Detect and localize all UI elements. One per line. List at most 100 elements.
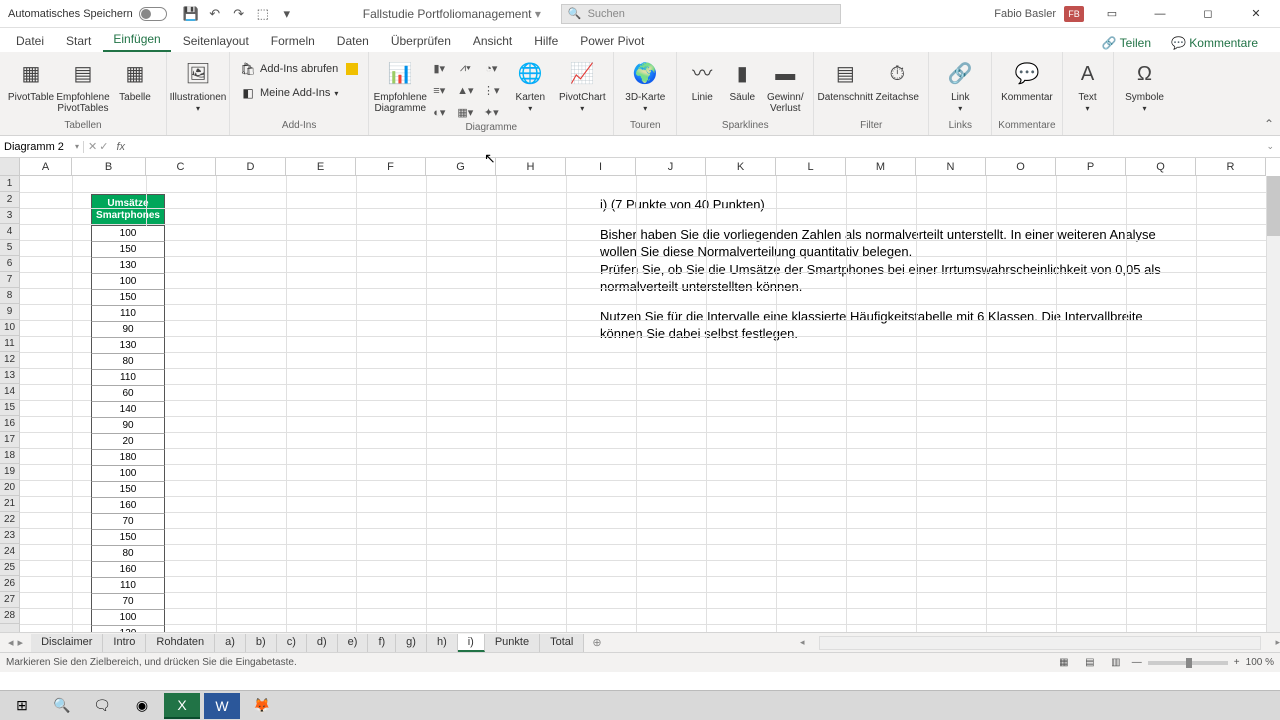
name-box[interactable]: Diagramm 2▾ [0,141,84,153]
sparkline-winloss-button[interactable]: ▬Gewinn/ Verlust [763,58,807,114]
data-cell-b5[interactable]: 130 [91,258,165,274]
hscroll-left-icon[interactable]: ◂ [800,637,805,648]
data-cell-b23[interactable]: 80 [91,546,165,562]
zoom-out-icon[interactable]: ― [1132,657,1142,668]
tab-formeln[interactable]: Formeln [261,30,325,52]
page-layout-view-icon[interactable]: ▤ [1080,655,1100,671]
col-header-P[interactable]: P [1056,158,1126,176]
data-cell-b10[interactable]: 130 [91,338,165,354]
data-cell-b20[interactable]: 160 [91,498,165,514]
taskbar-app-1[interactable]: 🗨 [84,693,120,719]
sheet-tab-f[interactable]: f) [368,634,396,652]
tab-power pivot[interactable]: Power Pivot [570,30,654,52]
col-header-F[interactable]: F [356,158,426,176]
row-header-7[interactable]: 7 [0,272,19,288]
touch-icon[interactable]: ⬚ [253,4,273,24]
row-header-8[interactable]: 8 [0,288,19,304]
row-header-13[interactable]: 13 [0,368,19,384]
hbar-chart-icon[interactable]: ≡▾ [427,80,451,100]
sheet-nav-prev-icon[interactable]: ◂ [8,636,14,649]
row-header-2[interactable]: 2 [0,192,19,208]
row-header-12[interactable]: 12 [0,352,19,368]
save-icon[interactable]: 💾 [181,4,201,24]
sheet-tab-b[interactable]: b) [246,634,277,652]
row-header-5[interactable]: 5 [0,240,19,256]
row-header-27[interactable]: 27 [0,592,19,608]
col-header-A[interactable]: A [20,158,72,176]
col-header-E[interactable]: E [286,158,356,176]
search-input[interactable]: 🔍 Suchen [561,4,841,24]
page-break-view-icon[interactable]: ▥ [1106,655,1126,671]
row-header-23[interactable]: 23 [0,528,19,544]
vertical-scrollbar[interactable] [1266,176,1280,632]
tab-daten[interactable]: Daten [327,30,379,52]
minimize-icon[interactable]: ― [1140,0,1180,28]
illustrations-button[interactable]: 🖼Illustrationen▾ [173,58,223,114]
row-header-21[interactable]: 21 [0,496,19,512]
data-cell-b13[interactable]: 60 [91,386,165,402]
data-cell-b9[interactable]: 90 [91,322,165,338]
data-cell-b27[interactable]: 100 [91,610,165,626]
data-cell-b22[interactable]: 150 [91,530,165,546]
row-header-24[interactable]: 24 [0,544,19,560]
data-cell-b12[interactable]: 110 [91,370,165,386]
row-header-18[interactable]: 18 [0,448,19,464]
user-name[interactable]: Fabio Basler [994,8,1056,20]
cancel-formula-icon[interactable]: ✕ [88,140,97,153]
radar-chart-icon[interactable]: ✦▾ [479,102,503,122]
maps-button[interactable]: 🌐Karten▾ [505,58,555,114]
row-header-25[interactable]: 25 [0,560,19,576]
data-header-cell[interactable]: Umsätze Smartphones [91,194,165,226]
sheet-tab-Punkte[interactable]: Punkte [485,634,540,652]
col-header-K[interactable]: K [706,158,776,176]
data-cell-b19[interactable]: 150 [91,482,165,498]
add-sheet-button[interactable]: ⊕ [584,636,609,649]
row-header-26[interactable]: 26 [0,576,19,592]
link-button[interactable]: 🔗Link▾ [935,58,985,114]
col-header-O[interactable]: O [986,158,1056,176]
col-header-B[interactable]: B [72,158,146,176]
data-cell-b14[interactable]: 140 [91,402,165,418]
taskbar-excel-icon[interactable]: X [164,693,200,719]
title-dropdown-icon[interactable]: ▾ [535,7,541,21]
sheet-tab-Disclaimer[interactable]: Disclaimer [31,634,103,652]
col-header-D[interactable]: D [216,158,286,176]
fx-icon[interactable]: fx [112,141,129,153]
sheet-tab-d[interactable]: d) [307,634,338,652]
row-header-16[interactable]: 16 [0,416,19,432]
pivottable-button[interactable]: ▦PivotTable [6,58,56,103]
pie-chart-icon[interactable]: ◔▾ [479,58,503,78]
my-addins-button[interactable]: ◧Meine Add-Ins ▾ [236,82,362,104]
sheet-tab-Intro[interactable]: Intro [103,634,146,652]
taskbar-firefox-icon[interactable]: 🦊 [244,693,280,719]
row-header-15[interactable]: 15 [0,400,19,416]
row-header-19[interactable]: 19 [0,464,19,480]
tab-überprüfen[interactable]: Überprüfen [381,30,461,52]
sheet-tab-a[interactable]: a) [215,634,246,652]
data-cell-b25[interactable]: 110 [91,578,165,594]
sheet-tab-h[interactable]: h) [427,634,458,652]
data-cell-b6[interactable]: 100 [91,274,165,290]
taskbar-obs-icon[interactable]: ◉ [124,693,160,719]
close-icon[interactable]: ✕ [1236,0,1276,28]
row-header-14[interactable]: 14 [0,384,19,400]
col-header-R[interactable]: R [1196,158,1266,176]
select-all-corner[interactable] [0,158,20,176]
data-cell-b3[interactable]: 100 [91,226,165,242]
sheet-tab-c[interactable]: c) [277,634,307,652]
taskbar-word-icon[interactable]: W [204,693,240,719]
row-header-10[interactable]: 10 [0,320,19,336]
slicer-button[interactable]: ▤Datenschnitt [820,58,870,103]
scatter-chart-icon[interactable]: ⋮▾ [479,80,503,100]
row-header-22[interactable]: 22 [0,512,19,528]
row-header-3[interactable]: 3 [0,208,19,224]
row-header-6[interactable]: 6 [0,256,19,272]
sheet-tab-i[interactable]: i) [458,634,485,652]
start-button[interactable]: ⊞ [4,693,40,719]
tab-datei[interactable]: Datei [6,30,54,52]
data-cell-b17[interactable]: 180 [91,450,165,466]
sheet-tab-g[interactable]: g) [396,634,427,652]
data-cell-b7[interactable]: 150 [91,290,165,306]
share-button[interactable]: 🔗 Teilen [1096,34,1157,52]
3dmap-button[interactable]: 🌍3D-Karte▾ [620,58,670,114]
